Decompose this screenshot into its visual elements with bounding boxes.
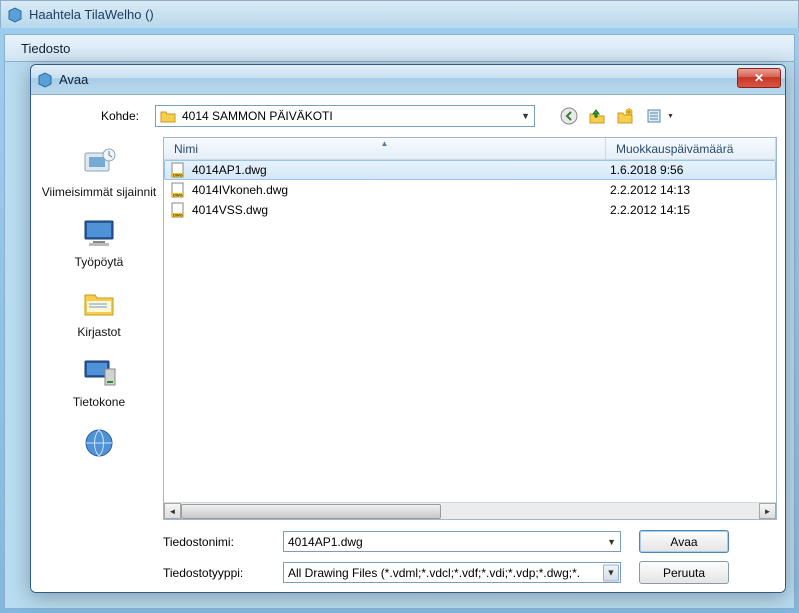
horizontal-scrollbar[interactable]: ◄ ► — [164, 502, 776, 519]
chevron-down-icon: ▼ — [607, 537, 616, 547]
file-name: 4014AP1.dwg — [192, 163, 600, 177]
libraries-icon — [79, 285, 119, 321]
back-button[interactable] — [559, 106, 579, 126]
file-modified: 1.6.2018 9:56 — [600, 163, 770, 177]
places-computer-label: Tietokone — [73, 395, 125, 409]
filename-row: Tiedostonimi: 4014AP1.dwg ▼ Avaa — [163, 530, 777, 553]
file-list: Nimi ▲ Muokkauspäivämäärä DWG 4014AP1. — [163, 137, 777, 520]
chevron-down-icon: ▼ — [521, 111, 530, 121]
file-row[interactable]: DWG 4014VSS.dwg 2.2.2012 14:15 — [164, 200, 776, 220]
parent-menubar: Tiedosto — [4, 34, 795, 62]
close-icon: ✕ — [754, 71, 764, 85]
dialog-titlebar: Avaa ✕ — [31, 65, 785, 95]
file-rows: DWG 4014AP1.dwg 1.6.2018 9:56 DWG 4014IV… — [164, 160, 776, 502]
dwg-file-icon: DWG — [170, 182, 186, 198]
sort-ascending-icon: ▲ — [381, 139, 389, 148]
column-header-name-label: Nimi — [174, 142, 198, 156]
svg-text:DWG: DWG — [173, 193, 183, 198]
places-libraries-label: Kirjastot — [77, 325, 120, 339]
parent-title: Haahtela TilaWelho () — [29, 7, 154, 22]
filetype-value: All Drawing Files (*.vdml;*.vdcl;*.vdf;*… — [288, 566, 580, 580]
network-icon — [79, 425, 119, 461]
places-network[interactable] — [39, 425, 159, 465]
file-modified: 2.2.2012 14:13 — [600, 183, 770, 197]
desktop-icon — [79, 215, 119, 251]
file-modified: 2.2.2012 14:15 — [600, 203, 770, 217]
new-folder-button[interactable] — [615, 106, 635, 126]
dialog-body: Kohde: 4014 SAMMON PÄIVÄKOTI ▼ — [31, 95, 785, 592]
nav-icons: ▼ — [559, 106, 677, 126]
column-header-name[interactable]: Nimi ▲ — [164, 138, 606, 159]
dialog-icon — [37, 72, 53, 88]
column-header-modified[interactable]: Muokkauspäivämäärä — [606, 138, 776, 159]
open-file-dialog: Avaa ✕ Kohde: 4014 SAMMON PÄIVÄKOTI ▼ — [30, 64, 786, 593]
filename-label: Tiedostonimi: — [163, 535, 283, 549]
open-button-label: Avaa — [670, 535, 697, 549]
scrollbar-track[interactable] — [181, 503, 759, 519]
bottom-controls: Tiedostonimi: 4014AP1.dwg ▼ Avaa Tiedost… — [163, 520, 777, 584]
file-name: 4014VSS.dwg — [192, 203, 600, 217]
app-icon — [7, 7, 23, 23]
chevron-down-icon: ▼ — [667, 113, 674, 120]
places-libraries[interactable]: Kirjastot — [39, 285, 159, 339]
cancel-button-label: Peruuta — [663, 566, 705, 580]
cancel-button[interactable]: Peruuta — [639, 561, 729, 584]
svg-text:DWG: DWG — [173, 173, 183, 178]
filetype-row: Tiedostotyyppi: All Drawing Files (*.vdm… — [163, 561, 777, 584]
svg-text:DWG: DWG — [173, 213, 183, 218]
main-area: Viimeisimmät sijainnit Työpöytä Kirjasto… — [39, 137, 777, 584]
filename-value: 4014AP1.dwg — [288, 535, 363, 549]
filetype-label: Tiedostotyyppi: — [163, 566, 283, 580]
view-menu-button[interactable]: ▼ — [643, 106, 677, 126]
filename-input[interactable]: 4014AP1.dwg ▼ — [283, 531, 621, 552]
scroll-right-icon[interactable]: ► — [759, 503, 776, 519]
look-in-row: Kohde: 4014 SAMMON PÄIVÄKOTI ▼ — [39, 103, 777, 137]
file-row[interactable]: DWG 4014AP1.dwg 1.6.2018 9:56 — [164, 160, 776, 180]
look-in-combobox[interactable]: 4014 SAMMON PÄIVÄKOTI ▼ — [155, 105, 535, 127]
places-desktop-label: Työpöytä — [75, 255, 124, 269]
dwg-file-icon: DWG — [170, 202, 186, 218]
recent-places-icon — [79, 145, 119, 181]
file-panel: Nimi ▲ Muokkauspäivämäärä DWG 4014AP1. — [163, 137, 777, 584]
scroll-left-icon[interactable]: ◄ — [164, 503, 181, 519]
folder-icon — [160, 108, 176, 124]
dialog-title: Avaa — [59, 72, 88, 87]
look-in-label: Kohde: — [39, 109, 149, 123]
file-row[interactable]: DWG 4014IVkoneh.dwg 2.2.2012 14:13 — [164, 180, 776, 200]
column-headers: Nimi ▲ Muokkauspäivämäärä — [164, 138, 776, 160]
places-bar: Viimeisimmät sijainnit Työpöytä Kirjasto… — [39, 137, 159, 584]
open-button[interactable]: Avaa — [639, 530, 729, 553]
file-name: 4014IVkoneh.dwg — [192, 183, 600, 197]
chevron-down-icon: ▼ — [603, 564, 619, 581]
scrollbar-thumb[interactable] — [181, 504, 441, 519]
column-header-modified-label: Muokkauspäivämäärä — [616, 142, 733, 156]
filetype-select[interactable]: All Drawing Files (*.vdml;*.vdcl;*.vdf;*… — [283, 562, 621, 583]
places-desktop[interactable]: Työpöytä — [39, 215, 159, 269]
places-recent-label: Viimeisimmät sijainnit — [42, 185, 156, 199]
look-in-value: 4014 SAMMON PÄIVÄKOTI — [182, 109, 333, 123]
computer-icon — [79, 355, 119, 391]
places-recent[interactable]: Viimeisimmät sijainnit — [39, 145, 159, 199]
places-computer[interactable]: Tietokone — [39, 355, 159, 409]
menu-file[interactable]: Tiedosto — [15, 38, 76, 59]
parent-titlebar: Haahtela TilaWelho () — [0, 0, 799, 28]
dwg-file-icon: DWG — [170, 162, 186, 178]
up-one-level-button[interactable] — [587, 106, 607, 126]
close-button[interactable]: ✕ — [737, 68, 781, 88]
